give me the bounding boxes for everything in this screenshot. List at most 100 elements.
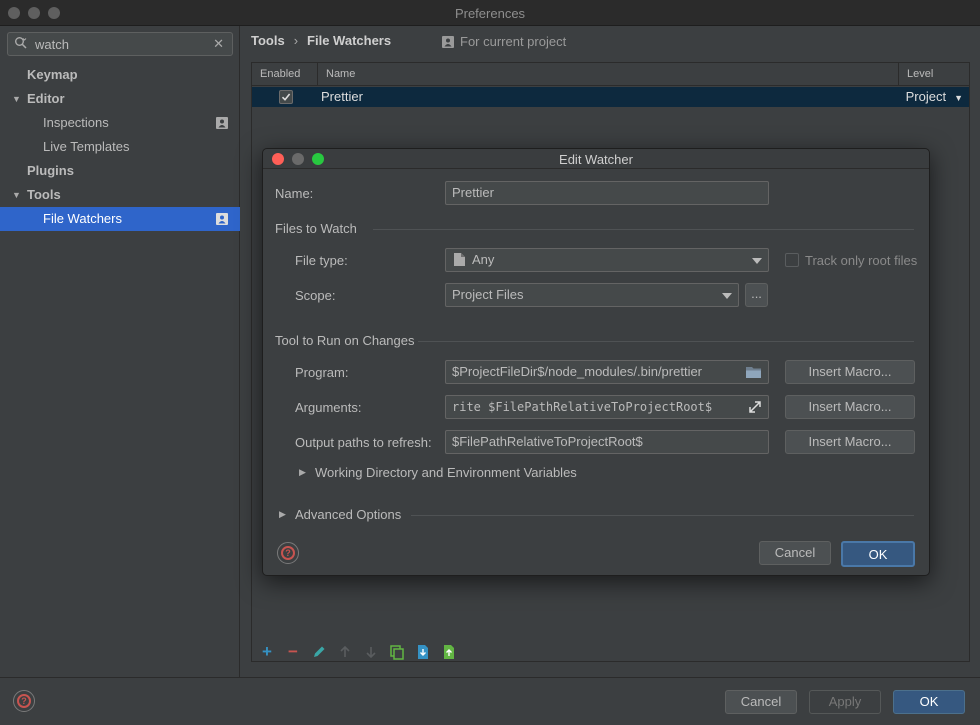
file-type-value: Any [472, 252, 495, 267]
dialog-help-button[interactable]: ? [277, 542, 299, 564]
scope-browse-button[interactable]: ... [745, 283, 768, 307]
working-directory-toggle[interactable]: Working Directory and Environment Variab… [315, 465, 577, 480]
watcher-name: Prettier [321, 89, 363, 104]
sidebar-item-label: File Watchers [43, 211, 122, 226]
help-icon: ? [281, 546, 295, 560]
files-to-watch-heading: Files to Watch [275, 221, 357, 236]
expand-arrow-icon[interactable]: ▼ [12, 183, 21, 207]
sidebar-item-label: Live Templates [43, 139, 130, 154]
table-row[interactable]: Prettier Project ▼ [252, 87, 969, 107]
arguments-field[interactable]: rite $FilePathRelativeToProjectRoot$ [445, 395, 769, 419]
file-type-label: File type: [295, 253, 348, 268]
help-icon: ? [17, 694, 31, 708]
preferences-footer: ? Cancel Apply OK [0, 677, 980, 725]
dialog-title: Edit Watcher [559, 152, 633, 167]
copy-icon[interactable] [389, 644, 405, 660]
chevron-down-icon: ▼ [954, 93, 963, 103]
table-header: Enabled Name Level [252, 63, 969, 86]
breadcrumb-separator: › [293, 33, 299, 48]
program-value: $ProjectFileDir$/node_modules/.bin/prett… [452, 364, 703, 379]
edit-watcher-dialog: Edit Watcher Name: Prettier Files to Wat… [262, 148, 930, 576]
output-paths-field[interactable]: $FilePathRelativeToProjectRoot$ [445, 430, 769, 454]
dialog-titlebar: Edit Watcher [263, 149, 929, 169]
chevron-down-icon [752, 258, 762, 264]
column-enabled[interactable]: Enabled [252, 63, 318, 86]
expand-arrow-icon[interactable]: ▶ [279, 509, 286, 520]
name-label: Name: [275, 186, 314, 201]
window-title: Preferences [454, 6, 526, 21]
sidebar-item-label: Editor [27, 91, 65, 106]
scope-note-text: For current project [460, 34, 567, 49]
arguments-value: rite $FilePathRelativeToProjectRoot$ [452, 400, 713, 414]
breadcrumb-root[interactable]: Tools [251, 33, 285, 48]
sidebar-item-label: Plugins [27, 163, 74, 178]
ok-button[interactable]: OK [893, 690, 965, 714]
clear-search-icon[interactable]: ✕ [213, 36, 224, 52]
section-divider [373, 229, 914, 230]
expand-arrow-icon[interactable]: ▶ [299, 467, 306, 478]
help-button[interactable]: ? [13, 690, 35, 712]
breadcrumb-leaf: File Watchers [307, 33, 392, 48]
sidebar-item-label: Inspections [43, 115, 109, 130]
tool-to-run-heading: Tool to Run on Changes [275, 333, 415, 348]
edit-icon[interactable] [311, 644, 327, 660]
file-type-select[interactable]: Any [445, 248, 769, 272]
sidebar-item-label: Keymap [27, 67, 78, 82]
program-label: Program: [295, 365, 349, 380]
sidebar-item-inspections[interactable]: Inspections [0, 111, 240, 135]
window-titlebar: Preferences [0, 0, 980, 26]
section-divider [418, 341, 914, 342]
remove-icon[interactable]: − [285, 642, 301, 661]
name-field[interactable]: Prettier [445, 181, 769, 205]
sidebar-item-plugins[interactable]: Plugins [0, 159, 240, 183]
track-root-checkbox[interactable] [785, 253, 799, 267]
import-icon[interactable] [415, 644, 431, 660]
level-select[interactable]: Project ▼ [906, 89, 963, 104]
checkmark-icon [281, 93, 291, 101]
sidebar-item-keymap[interactable]: Keymap [0, 63, 240, 87]
column-name[interactable]: Name [318, 63, 899, 86]
sidebar-item-label: Tools [27, 187, 61, 202]
sidebar-item-tools[interactable]: ▼ Tools [0, 183, 240, 207]
project-scope-icon [216, 213, 228, 225]
scope-select[interactable]: Project Files [445, 283, 739, 307]
file-icon [454, 253, 465, 266]
dialog-ok-button[interactable]: OK [841, 541, 915, 567]
insert-macro-output-button[interactable]: Insert Macro... [785, 430, 915, 454]
insert-macro-program-button[interactable]: Insert Macro... [785, 360, 915, 384]
enabled-checkbox[interactable] [279, 90, 293, 104]
project-scope-icon [442, 36, 454, 48]
cancel-button[interactable]: Cancel [725, 690, 797, 714]
scope-value: Project Files [452, 287, 524, 302]
search-input[interactable] [35, 35, 205, 53]
scope-note: For current project [442, 34, 566, 49]
insert-macro-arguments-button[interactable]: Insert Macro... [785, 395, 915, 419]
table-toolbar: + − [259, 642, 457, 664]
column-level[interactable]: Level [899, 63, 969, 86]
export-icon[interactable] [441, 644, 457, 660]
settings-search[interactable]: ✕ [7, 32, 233, 56]
arguments-label: Arguments: [295, 400, 362, 415]
sidebar-item-editor[interactable]: ▼ Editor [0, 87, 240, 111]
output-paths-label: Output paths to refresh: [295, 435, 432, 450]
expand-icon[interactable] [749, 401, 761, 413]
scope-label: Scope: [295, 288, 336, 303]
add-icon[interactable]: + [259, 642, 275, 661]
level-value: Project [905, 89, 947, 104]
dialog-cancel-button[interactable]: Cancel [759, 541, 831, 565]
project-scope-icon [216, 117, 228, 129]
apply-button[interactable]: Apply [809, 690, 881, 714]
sidebar-item-file-watchers[interactable]: File Watchers [0, 207, 240, 231]
move-up-icon[interactable] [337, 644, 353, 660]
section-divider [411, 515, 914, 516]
sidebar-item-live-templates[interactable]: Live Templates [0, 135, 240, 159]
folder-icon[interactable] [746, 366, 762, 379]
settings-sidebar: ✕ Keymap ▼ Editor Inspections Live Templ… [0, 26, 240, 677]
search-icon [15, 37, 27, 49]
track-root-label: Track only root files [805, 253, 918, 268]
expand-arrow-icon[interactable]: ▼ [12, 87, 21, 111]
chevron-down-icon [722, 293, 732, 299]
program-field[interactable]: $ProjectFileDir$/node_modules/.bin/prett… [445, 360, 769, 384]
move-down-icon[interactable] [363, 644, 379, 660]
advanced-options-toggle[interactable]: Advanced Options [295, 507, 401, 522]
